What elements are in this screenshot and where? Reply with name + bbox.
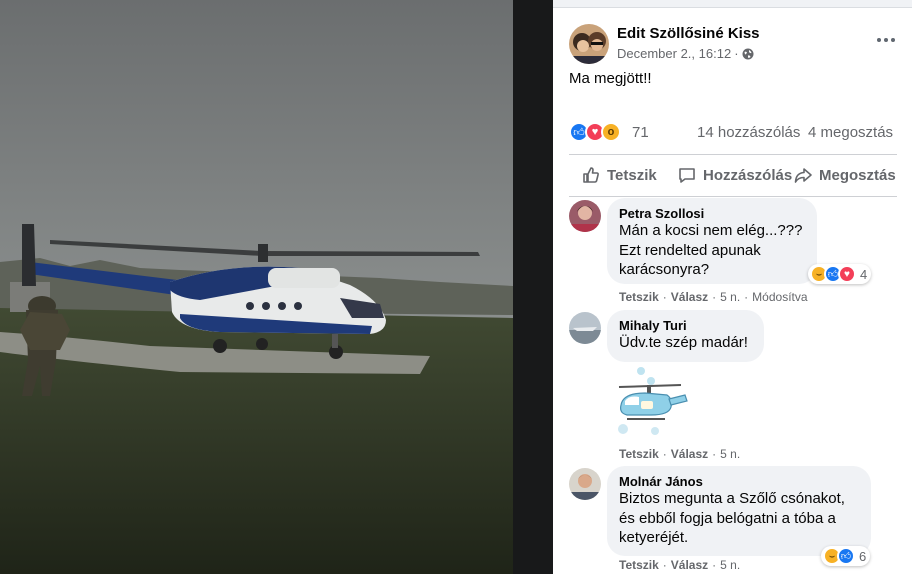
reaction-count[interactable]: 71 [632, 124, 649, 141]
comment-bubble: Mihaly Turi Üdv.te szép madár! [607, 310, 764, 362]
comment-actions: Tetszik · Válasz · 5 n. · Módosítva [619, 290, 808, 304]
separator: · [712, 290, 717, 304]
comment-count[interactable]: 14 hozzászólás [697, 124, 800, 141]
share-button-label: Megosztás [819, 166, 896, 184]
comment-text-line: Mán a kocsi nem elég...??? [619, 222, 803, 239]
separator: · [712, 447, 717, 461]
comment-author[interactable]: Molnár János [619, 474, 859, 489]
separator: · [712, 558, 717, 572]
more-horizontal-icon [877, 38, 881, 42]
comment-time[interactable]: 5 n. [720, 447, 740, 461]
comment-bubble: Petra Szollosi Mán a kocsi nem elég...??… [607, 198, 817, 284]
reactions-summary: 👍︎ ♥ o 71 14 hozzászólás 4 megosztás [569, 122, 899, 142]
comment-bubble: Molnár János Biztos megunta a Szőlő csón… [607, 466, 871, 556]
separator: · [662, 290, 667, 304]
wow-reaction-icon: o [601, 122, 621, 142]
divider [569, 154, 897, 155]
comment-text-line: Ezt rendelted apunak [619, 241, 761, 259]
comment-text-line: karácsonyra? [619, 261, 710, 278]
thumbs-up-icon [583, 167, 599, 183]
comment-button[interactable]: Hozzászólás [677, 158, 792, 192]
like-reaction-icon: 👍︎ [837, 547, 855, 565]
post-panel: Edit Szöllősiné Kiss December 2., 16:12 … [553, 0, 912, 574]
comment-time[interactable]: 5 n. [720, 558, 740, 572]
comment-reply-link[interactable]: Válasz [671, 447, 708, 461]
divider [569, 196, 897, 197]
comment-text-line: Biztos megunta a Szőlő csónakot, [619, 490, 845, 507]
author-name[interactable]: Edit Szöllősiné Kiss [617, 25, 760, 42]
comment-like-link[interactable]: Tetszik [619, 447, 659, 461]
comment-like-link[interactable]: Tetszik [619, 558, 659, 572]
globe-icon[interactable] [742, 48, 754, 60]
more-options-button[interactable] [874, 28, 898, 52]
comment-reactions[interactable]: ⌣ 👍︎ 6 [821, 546, 871, 566]
share-count[interactable]: 4 megosztás [808, 124, 893, 141]
separator: · [662, 558, 667, 572]
comment-text-line: Üdv.te szép madár! [619, 334, 748, 351]
comment-actions: Tetszik · Válasz · 5 n. [619, 558, 740, 572]
comment-like-link[interactable]: Tetszik [619, 290, 659, 304]
share-icon [794, 168, 812, 183]
helicopter-photo [0, 0, 513, 574]
comment-edited-label[interactable]: Módosítva [752, 290, 807, 304]
comment-reply-link[interactable]: Válasz [671, 290, 708, 304]
separator: · [744, 290, 749, 304]
comment-avatar[interactable] [569, 468, 601, 500]
share-button[interactable]: Megosztás [793, 158, 896, 192]
photo-viewer[interactable] [0, 0, 513, 574]
post-text: Ma megjött!! [569, 70, 652, 87]
comment-text-line: ketyeréjét. [619, 529, 689, 546]
comment-time[interactable]: 5 n. [720, 290, 740, 304]
comment-author[interactable]: Petra Szollosi [619, 206, 805, 221]
like-button-label: Tetszik [607, 166, 657, 184]
love-reaction-icon: ♥ [838, 265, 856, 283]
separator: · [662, 447, 667, 461]
comment-reactions[interactable]: ⌣ 👍︎ ♥ 4 [808, 264, 872, 284]
comment-avatar[interactable] [569, 200, 601, 232]
reaction-icons[interactable]: 👍︎ ♥ o [569, 122, 621, 142]
comment-button-label: Hozzászólás [703, 166, 793, 184]
top-strip [553, 0, 912, 8]
helicopter-sticker[interactable] [611, 365, 691, 437]
meta-separator: · [734, 46, 739, 61]
author-avatar[interactable] [569, 24, 609, 64]
comment-avatar[interactable] [569, 312, 601, 344]
comment-icon [679, 168, 695, 183]
like-button[interactable]: Tetszik [581, 158, 657, 192]
post-meta: December 2., 16:12 · [617, 46, 754, 61]
action-bar: Tetszik Hozzászólás Megosztás [569, 158, 897, 192]
post-date[interactable]: December 2., 16:12 [617, 46, 731, 61]
comment-reaction-count: 4 [860, 266, 868, 282]
comment-reaction-count: 6 [859, 548, 867, 564]
comment-reply-link[interactable]: Válasz [671, 558, 708, 572]
viewer-gutter [513, 0, 553, 574]
comment-actions: Tetszik · Válasz · 5 n. [619, 447, 740, 461]
comment-text-line: és ebből fogja belógatni a tóba a [619, 509, 836, 527]
comment-author[interactable]: Mihaly Turi [619, 318, 752, 333]
